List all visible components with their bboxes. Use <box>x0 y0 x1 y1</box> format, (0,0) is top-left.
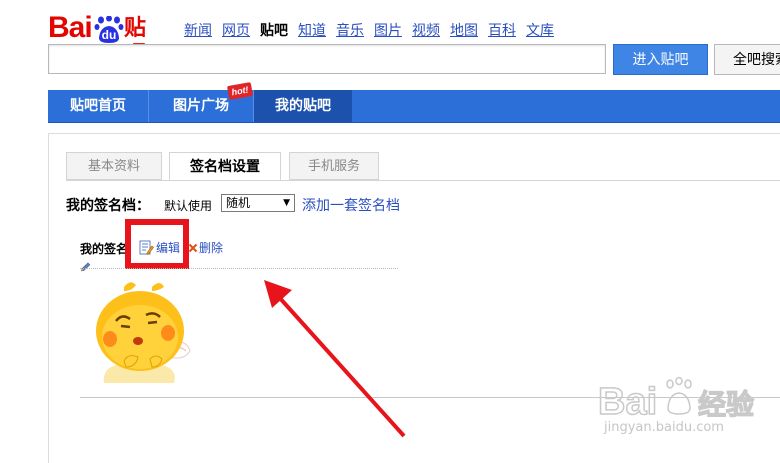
signature-image <box>96 282 191 383</box>
topnav-wenku[interactable]: 文库 <box>526 22 554 40</box>
signature-name: 我的签名 <box>80 242 129 256</box>
search-all-bars-button[interactable]: 全吧搜索 <box>714 44 780 75</box>
svg-text:经验: 经验 <box>698 388 754 421</box>
default-use-label: 默认使用 <box>164 199 213 213</box>
topnav-tieba[interactable]: 贴吧 <box>260 22 288 40</box>
topnav-map[interactable]: 地图 <box>450 22 478 40</box>
delete-x-icon <box>188 243 198 252</box>
delete-label: 删除 <box>199 241 224 255</box>
tab-signature-settings[interactable]: 签名档设置 <box>169 152 281 181</box>
tab-basic-info[interactable]: 基本资料 <box>66 152 162 180</box>
signature-divider <box>80 268 398 269</box>
topnav-video[interactable]: 视频 <box>412 22 440 40</box>
annotation-arrow <box>264 280 406 438</box>
annotation-highlight-box <box>125 219 189 269</box>
tab-mobile-service[interactable]: 手机服务 <box>289 152 379 180</box>
topnav-news[interactable]: 新闻 <box>184 22 212 40</box>
topnav-web[interactable]: 网页 <box>222 22 250 40</box>
signature-mode-value: 随机 <box>226 196 251 210</box>
search-input[interactable] <box>48 44 606 74</box>
topnav-zhidao[interactable]: 知道 <box>298 22 326 40</box>
nav-my-tieba[interactable]: 我的贴吧 <box>254 90 352 122</box>
top-nav: 新闻 网页 贴吧 知道 音乐 图片 视频 地图 百科 文库 <box>184 22 564 40</box>
tabs-divider <box>66 180 780 181</box>
chevron-down-icon: ▼ <box>283 198 290 208</box>
watermark-url: jingyan.baidu.com <box>604 420 724 435</box>
baidu-tieba-logo[interactable]: Bai du 贴吧 <box>48 10 166 68</box>
nav-tieba-home[interactable]: 贴吧首页 <box>48 90 149 122</box>
add-signature-link[interactable]: 添加一套签名档 <box>302 195 400 215</box>
delete-link[interactable]: 删除 <box>188 239 223 256</box>
logo-du-text: du <box>101 28 117 42</box>
enter-bar-button[interactable]: 进入贴吧 <box>613 44 708 75</box>
topnav-baike[interactable]: 百科 <box>488 22 516 40</box>
main-nav: 贴吧首页 图片广场 我的贴吧 <box>48 90 780 123</box>
topnav-images[interactable]: 图片 <box>374 22 402 40</box>
my-signatures-label: 我的签名档： <box>66 198 150 214</box>
pencil-icon <box>80 262 91 272</box>
logo-bai-text: Bai <box>48 11 93 44</box>
svg-text:Bai: Bai <box>598 381 657 423</box>
topnav-music[interactable]: 音乐 <box>336 22 364 40</box>
signature-mode-select[interactable]: 随机 ▼ <box>221 194 295 212</box>
